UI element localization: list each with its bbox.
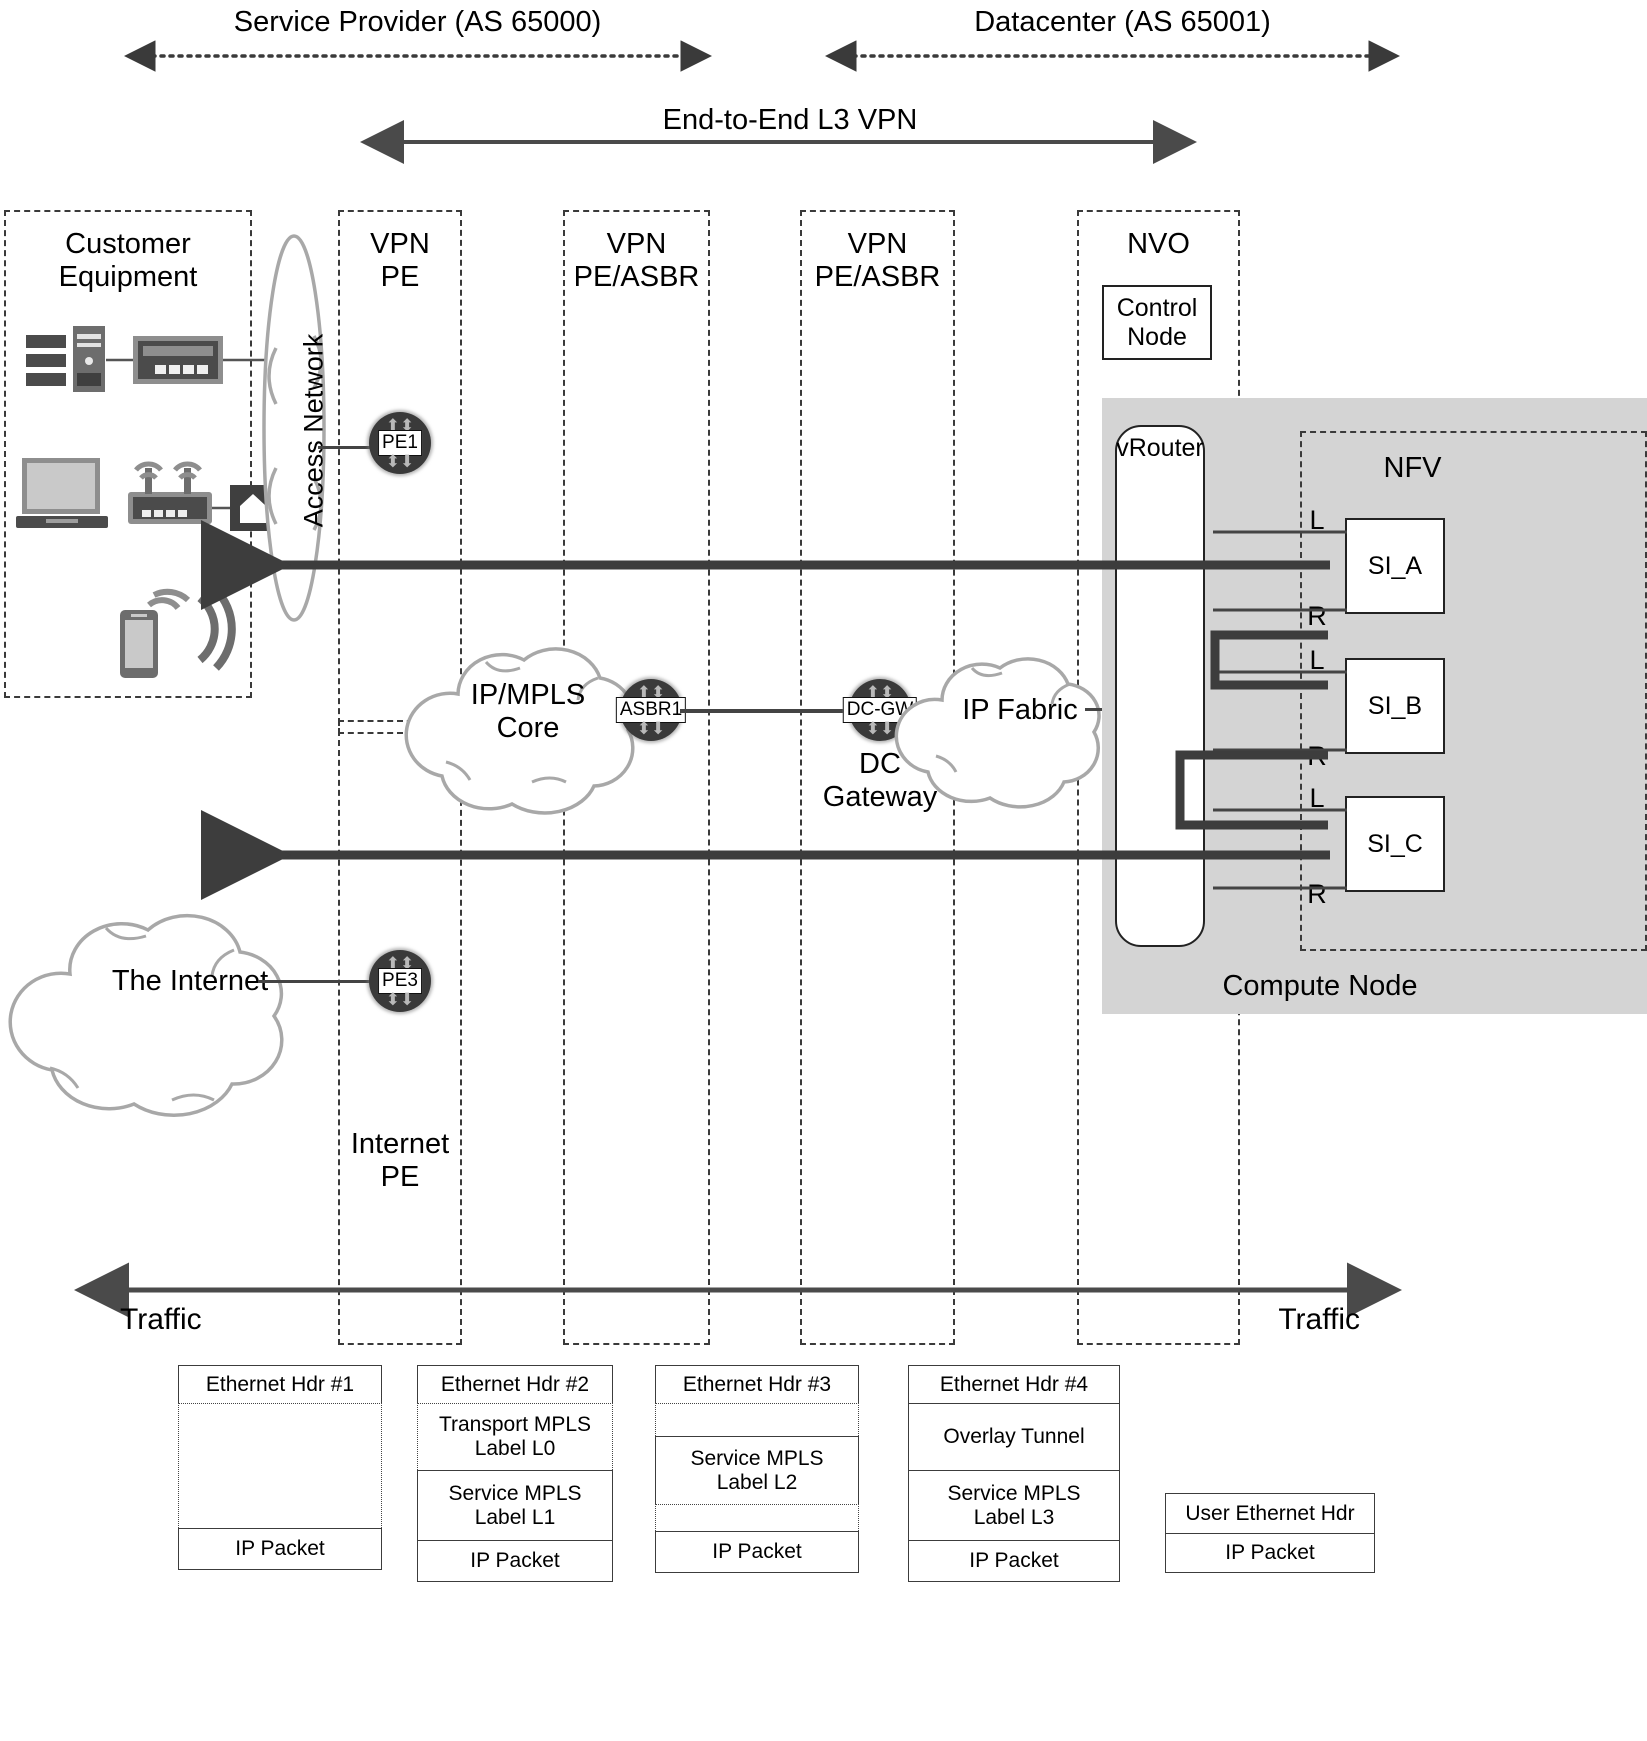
server-icon bbox=[26, 326, 105, 392]
traffic-label-right: Traffic bbox=[1278, 1303, 1360, 1336]
packet-layer: User Ethernet Hdr bbox=[1165, 1493, 1375, 1533]
packet-layer: IP Packet bbox=[178, 1528, 382, 1570]
packet-layer: Ethernet Hdr #3 bbox=[655, 1365, 859, 1403]
packet-layer: Ethernet Hdr #2 bbox=[417, 1365, 613, 1403]
packet-layer: Service MPLS Label L3 bbox=[908, 1470, 1120, 1540]
packet-layer: Overlay Tunnel bbox=[908, 1403, 1120, 1470]
link-internet-to-pe3 bbox=[258, 980, 374, 983]
packet-stack-1: Ethernet Hdr #1 IP Packet bbox=[178, 1365, 382, 1570]
packet-layer: Transport MPLS Label L0 bbox=[417, 1403, 613, 1470]
packet-stack-4: Ethernet Hdr #4 Overlay Tunnel Service M… bbox=[908, 1365, 1120, 1582]
packet-layer: Service MPLS Label L2 bbox=[655, 1436, 859, 1504]
packet-layer: Service MPLS Label L1 bbox=[417, 1470, 613, 1540]
packet-layer bbox=[655, 1504, 859, 1531]
packet-layer bbox=[178, 1403, 382, 1528]
packet-layer: Ethernet Hdr #4 bbox=[908, 1365, 1120, 1403]
packet-stack-3: Ethernet Hdr #3 Service MPLS Label L2 IP… bbox=[655, 1365, 859, 1573]
packet-layer bbox=[655, 1403, 859, 1436]
packet-layer: IP Packet bbox=[1165, 1533, 1375, 1573]
network-architecture-diagram: Service Provider (AS 65000) Datacenter (… bbox=[0, 0, 1647, 1741]
packet-stack-2: Ethernet Hdr #2 Transport MPLS Label L0 … bbox=[417, 1365, 613, 1582]
packet-layer: IP Packet bbox=[655, 1531, 859, 1573]
the-internet-cloud bbox=[8, 913, 284, 1118]
traffic-label-left: Traffic bbox=[120, 1303, 202, 1336]
router-down-arrows-icon: ⬍⬇ bbox=[385, 990, 415, 1009]
router-pe3[interactable]: ⬆⬍ PE3 ⬍⬇ bbox=[369, 950, 431, 1012]
packet-layer: IP Packet bbox=[417, 1540, 613, 1582]
laptop-icon bbox=[16, 458, 108, 528]
packet-layer: IP Packet bbox=[908, 1540, 1120, 1582]
packet-stack-5: User Ethernet Hdr IP Packet bbox=[1165, 1493, 1375, 1573]
service-chain-paths bbox=[201, 520, 1330, 900]
packet-layer: Ethernet Hdr #1 bbox=[178, 1365, 382, 1403]
